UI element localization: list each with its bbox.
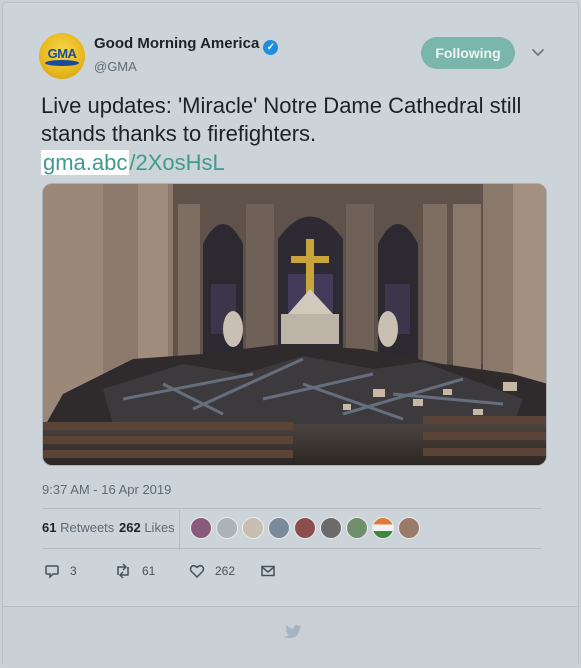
retweets-count: 61 xyxy=(42,520,57,535)
divider-bottom xyxy=(42,548,542,549)
avatar[interactable] xyxy=(216,517,238,539)
retweet-icon xyxy=(117,563,129,579)
divider-top xyxy=(42,508,542,509)
retweets-stat[interactable]: 61 Retweets xyxy=(42,520,114,535)
author-name[interactable]: Good Morning America ✓ xyxy=(94,35,279,55)
verified-badge-icon: ✓ xyxy=(263,40,279,55)
likes-count: 262 xyxy=(119,520,141,535)
retweet-action-count: 61 xyxy=(142,564,156,578)
avatar[interactable] xyxy=(372,517,394,539)
tweet-link[interactable]: gma.abc/2XosHsL xyxy=(41,148,225,178)
retweets-label: Retweets xyxy=(60,520,115,535)
tweet-timestamp[interactable]: 9:37 AM - 16 Apr 2019 xyxy=(42,482,171,497)
heart-icon xyxy=(189,564,205,579)
retweet-button[interactable]: 61 xyxy=(114,559,155,583)
tweet-stats: 61 Retweets 262 Likes xyxy=(42,510,547,550)
like-action-count: 262 xyxy=(215,564,236,578)
avatar[interactable] xyxy=(268,517,290,539)
likes-stat[interactable]: 262 Likes xyxy=(119,520,175,535)
tweet-header: GMA Good Morning America ✓ @GMA Following xyxy=(39,31,558,81)
avatar[interactable] xyxy=(320,517,342,539)
link-path[interactable]: /2XosHsL xyxy=(129,150,224,175)
tweet-text: Live updates: 'Miracle' Notre Dame Cathe… xyxy=(41,93,522,146)
direct-message-button[interactable] xyxy=(260,559,276,583)
likes-label: Likes xyxy=(144,520,175,535)
avatar[interactable] xyxy=(242,517,264,539)
tweet-actions: 3 61 262 xyxy=(42,559,342,585)
twitter-bird-icon xyxy=(283,625,303,639)
tweet-photo[interactable] xyxy=(42,183,547,466)
avatar[interactable] xyxy=(294,517,316,539)
reply-icon xyxy=(45,565,59,579)
avatar[interactable] xyxy=(346,517,368,539)
avatar-logo-text: GMA xyxy=(47,46,77,61)
avatar[interactable] xyxy=(190,517,212,539)
avatar-swoosh xyxy=(45,60,79,66)
author-name-text: Good Morning America xyxy=(94,35,260,52)
tweet-card: GMA Good Morning America ✓ @GMA Following… xyxy=(2,2,579,667)
link-domain[interactable]: gma.abc xyxy=(41,150,130,175)
reply-count: 3 xyxy=(70,564,77,578)
tweet-footer xyxy=(3,606,578,667)
stats-separator xyxy=(179,510,180,550)
like-button[interactable]: 262 xyxy=(189,559,235,583)
avatar[interactable]: GMA xyxy=(39,33,85,79)
author-handle[interactable]: @GMA xyxy=(94,59,137,74)
following-button[interactable]: Following xyxy=(421,37,515,69)
reply-button[interactable]: 3 xyxy=(44,559,77,583)
envelope-icon xyxy=(261,565,275,577)
cathedral-interior-image xyxy=(43,184,546,465)
chevron-down-icon[interactable] xyxy=(531,45,545,59)
avatar[interactable] xyxy=(398,517,420,539)
